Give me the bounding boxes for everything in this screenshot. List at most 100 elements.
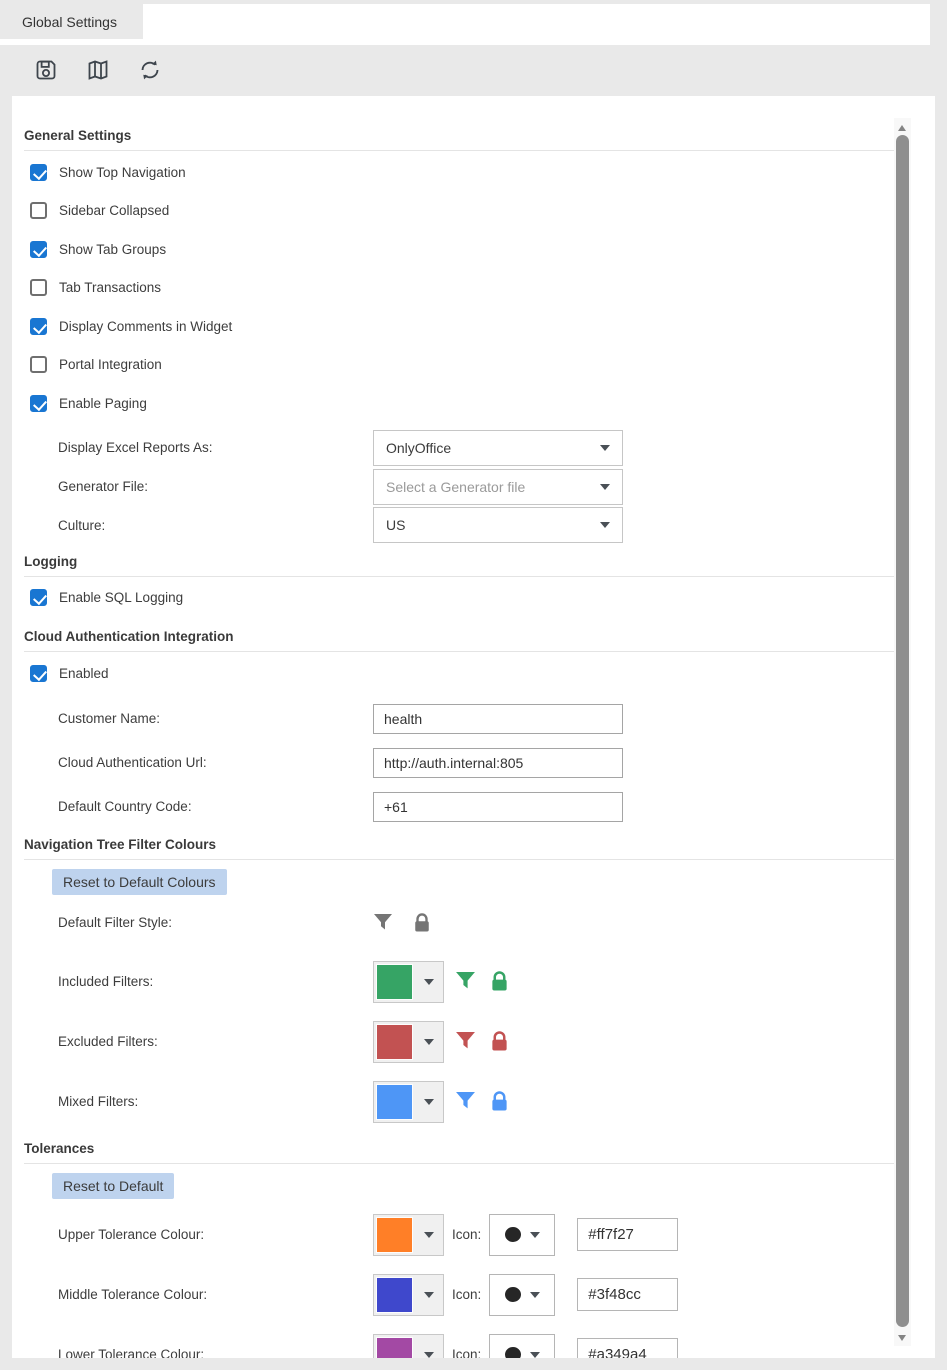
field-row-upper-tolerance: Upper Tolerance Colour: Icon:	[12, 1205, 935, 1265]
checkbox-row-display-comments: Display Comments in Widget	[12, 307, 935, 346]
scroll-up-arrow-icon[interactable]	[898, 125, 906, 131]
middle-tolerance-icon-select[interactable]	[489, 1274, 555, 1316]
chevron-down-icon	[600, 445, 610, 451]
show-top-navigation-checkbox[interactable]	[30, 164, 47, 181]
tab-global-settings[interactable]: Global Settings	[0, 4, 143, 39]
colour-swatch	[376, 964, 413, 1000]
chevron-down-icon	[424, 1039, 434, 1045]
field-row-included-filters: Included Filters:	[12, 952, 935, 1012]
map-icon	[86, 58, 110, 82]
section-header-cloud-auth: Cloud Authentication Integration	[24, 629, 894, 652]
enable-sql-logging-checkbox[interactable]	[30, 589, 47, 606]
checkbox-row-enable-sql-logging: Enable SQL Logging	[12, 579, 935, 618]
lower-tolerance-icon-select[interactable]	[489, 1334, 555, 1358]
checkbox-label: Enable Paging	[59, 396, 147, 411]
cloud-enabled-checkbox[interactable]	[30, 665, 47, 682]
circle-icon	[505, 1287, 521, 1302]
enable-paging-checkbox[interactable]	[30, 395, 47, 412]
checkbox-row-portal-integration: Portal Integration	[12, 346, 935, 385]
included-filters-colour-select[interactable]	[373, 961, 444, 1003]
checkbox-row-tab-transactions: Tab Transactions	[12, 269, 935, 308]
filter-style-funnel-icon[interactable]	[373, 913, 393, 933]
reset-default-colours-button[interactable]: Reset to Default Colours	[52, 869, 227, 895]
default-country-code-input[interactable]	[373, 792, 623, 822]
lower-tolerance-colour-select[interactable]	[373, 1334, 444, 1358]
field-row-culture: Culture: US	[12, 506, 935, 545]
generator-file-select[interactable]: Select a Generator file	[373, 469, 623, 505]
settings-panel: General Settings Show Top Navigation Sid…	[12, 96, 935, 1358]
field-row-display-excel-reports: Display Excel Reports As: OnlyOffice	[12, 429, 935, 468]
field-row-lower-tolerance: Lower Tolerance Colour: Icon:	[12, 1325, 935, 1358]
field-label: Middle Tolerance Colour:	[58, 1287, 373, 1302]
sidebar-collapsed-checkbox[interactable]	[30, 202, 47, 219]
colour-swatch	[376, 1217, 413, 1253]
field-row-mixed-filters: Mixed Filters:	[12, 1072, 935, 1132]
customer-name-input[interactable]	[373, 704, 623, 734]
funnel-icon	[455, 1091, 476, 1112]
field-label: Excluded Filters:	[58, 1034, 373, 1049]
upper-tolerance-icon-select[interactable]	[489, 1214, 555, 1256]
tab-label: Global Settings	[22, 14, 117, 30]
display-comments-checkbox[interactable]	[30, 318, 47, 335]
filter-style-lock-icon[interactable]	[413, 912, 431, 934]
upper-tolerance-colour-select[interactable]	[373, 1214, 444, 1256]
icon-label: Icon:	[452, 1227, 481, 1242]
field-label: Default Filter Style:	[58, 915, 373, 930]
checkbox-label: Enabled	[59, 666, 109, 681]
select-placeholder: Select a Generator file	[386, 479, 525, 495]
save-button[interactable]	[30, 54, 62, 86]
field-row-customer-name: Customer Name:	[12, 697, 935, 741]
checkbox-row-show-tab-groups: Show Tab Groups	[12, 230, 935, 269]
field-label: Upper Tolerance Colour:	[58, 1227, 373, 1242]
chevron-down-icon	[424, 1099, 434, 1105]
display-excel-reports-select[interactable]: OnlyOffice	[373, 430, 623, 466]
circle-icon	[505, 1347, 521, 1358]
colour-swatch	[376, 1337, 413, 1358]
checkbox-row-enable-paging: Enable Paging	[12, 384, 935, 423]
portal-integration-checkbox[interactable]	[30, 356, 47, 373]
scrollbar-thumb[interactable]	[896, 135, 909, 1327]
checkbox-label: Enable SQL Logging	[59, 590, 183, 605]
excluded-filters-colour-select[interactable]	[373, 1021, 444, 1063]
toolbar	[0, 45, 947, 95]
lock-icon	[490, 1030, 509, 1053]
scroll-down-arrow-icon[interactable]	[898, 1335, 906, 1341]
field-label: Lower Tolerance Colour:	[58, 1347, 373, 1358]
colour-swatch	[376, 1277, 413, 1313]
upper-tolerance-hex-input[interactable]	[577, 1218, 678, 1251]
field-row-cloud-auth-url: Cloud Authentication Url:	[12, 741, 935, 785]
checkbox-label: Show Tab Groups	[59, 242, 166, 257]
chevron-down-icon	[600, 484, 610, 490]
culture-select[interactable]: US	[373, 507, 623, 543]
field-label: Mixed Filters:	[58, 1094, 373, 1109]
lock-icon	[490, 970, 509, 993]
vertical-scrollbar[interactable]	[894, 118, 911, 1346]
section-header-tolerances: Tolerances	[24, 1141, 894, 1164]
map-button[interactable]	[82, 54, 114, 86]
checkbox-label: Tab Transactions	[59, 280, 161, 295]
middle-tolerance-colour-select[interactable]	[373, 1274, 444, 1316]
recycle-button[interactable]	[134, 54, 166, 86]
field-label: Customer Name:	[58, 711, 373, 726]
checkbox-label: Portal Integration	[59, 357, 162, 372]
mixed-filters-colour-select[interactable]	[373, 1081, 444, 1123]
select-value: US	[386, 517, 405, 533]
field-label: Cloud Authentication Url:	[58, 755, 373, 770]
chevron-down-icon	[424, 1352, 434, 1358]
cloud-auth-url-input[interactable]	[373, 748, 623, 778]
chevron-down-icon	[600, 522, 610, 528]
checkbox-label: Sidebar Collapsed	[59, 203, 169, 218]
funnel-icon	[455, 971, 476, 992]
field-label: Included Filters:	[58, 974, 373, 989]
field-label: Generator File:	[58, 479, 373, 494]
middle-tolerance-hex-input[interactable]	[577, 1278, 678, 1311]
tab-transactions-checkbox[interactable]	[30, 279, 47, 296]
icon-label: Icon:	[452, 1287, 481, 1302]
section-header-nav-filter-colours: Navigation Tree Filter Colours	[24, 837, 894, 860]
reset-default-button[interactable]: Reset to Default	[52, 1173, 174, 1199]
lower-tolerance-hex-input[interactable]	[577, 1338, 678, 1358]
chevron-down-icon	[424, 979, 434, 985]
checkbox-label: Display Comments in Widget	[59, 319, 232, 334]
show-tab-groups-checkbox[interactable]	[30, 241, 47, 258]
section-header-logging: Logging	[24, 554, 894, 577]
